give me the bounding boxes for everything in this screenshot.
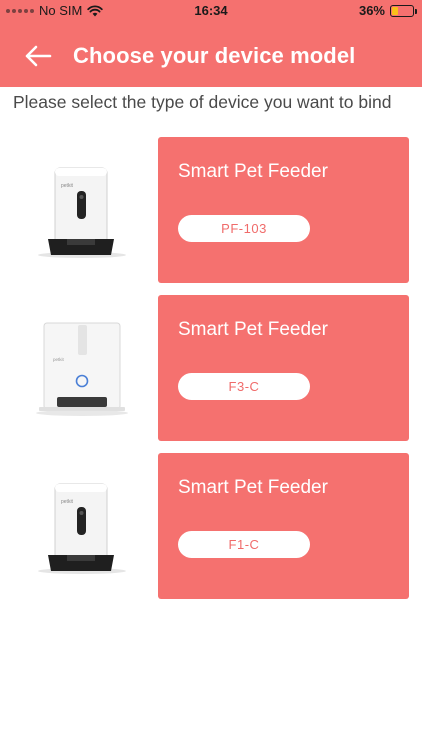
device-image-f3c[interactable]: petkit <box>18 295 146 441</box>
device-card-pf103[interactable]: Smart Pet Feeder PF-103 <box>158 137 409 283</box>
device-name: Smart Pet Feeder <box>178 161 328 182</box>
device-image-f1c[interactable]: petkit <box>18 453 146 599</box>
instruction-text: Please select the type of device you wan… <box>13 92 392 112</box>
device-name: Smart Pet Feeder <box>178 319 328 340</box>
model-badge: PF-103 <box>178 215 310 242</box>
device-card-f3c[interactable]: Smart Pet Feeder F3-C <box>158 295 409 441</box>
device-image-pf103[interactable]: petkit <box>18 137 146 283</box>
pet-feeder-image: petkit <box>36 322 128 416</box>
arrow-left-icon <box>25 45 52 67</box>
device-row-f3c: petkit Smart Pet Feeder F3-C <box>0 295 422 441</box>
device-card-f1c[interactable]: Smart Pet Feeder F1-C <box>158 453 409 599</box>
pet-feeder-image: petkit <box>38 483 126 574</box>
top-bar: No SIM 16:34 36% Choose your device mode… <box>0 0 422 87</box>
page-title: Choose your device model <box>73 43 356 68</box>
status-right: 36% <box>358 3 417 18</box>
device-name: Smart Pet Feeder <box>178 477 328 498</box>
model-badge: F3-C <box>178 373 310 400</box>
model-badge: F1-C <box>178 531 310 558</box>
header: Choose your device model <box>0 22 422 87</box>
svg-text:petkit: petkit <box>61 499 74 505</box>
svg-text:petkit: petkit <box>61 183 74 189</box>
device-row-pf103: petkit Smart Pet Feeder PF-103 <box>0 137 422 283</box>
pet-feeder-image: petkit <box>38 167 126 258</box>
svg-text:petkit: petkit <box>53 357 65 362</box>
device-row-f1c: petkit Smart Pet Feeder F1-C <box>0 453 422 599</box>
battery-icon <box>390 4 417 17</box>
back-button[interactable] <box>20 38 56 74</box>
status-bar: No SIM 16:34 36% <box>0 0 422 22</box>
battery-fill <box>392 6 398 15</box>
battery-percent: 36% <box>358 3 385 18</box>
